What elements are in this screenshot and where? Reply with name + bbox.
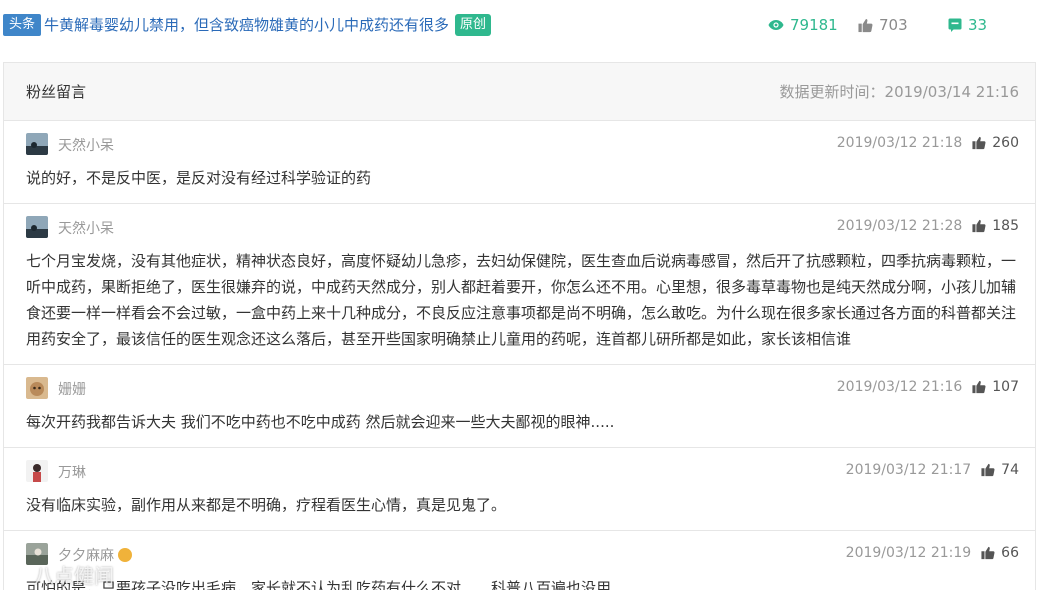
- comment-likes: 66: [1001, 545, 1019, 561]
- comment-time: 2019/03/12 21:28: [836, 218, 963, 234]
- article-title[interactable]: 牛黄解毒婴幼儿禁用，但含致癌物雄黄的小儿中成药还有很多 原创: [44, 14, 492, 36]
- comment-likes: 74: [1001, 462, 1019, 478]
- comment-likes: 185: [992, 218, 1019, 234]
- watermark: 八点健闻: [8, 560, 114, 589]
- comment-time: 2019/03/12 21:16: [836, 379, 963, 395]
- comment-item: 万琳 2019/03/12 21:17 74 没有临床实验，副作用从来都是不明确…: [4, 448, 1035, 531]
- comment-icon: [948, 18, 962, 32]
- comment-likes: 107: [992, 379, 1019, 395]
- comments-count: 33: [968, 16, 988, 34]
- thumbs-up-icon: [972, 136, 986, 150]
- thumbs-up-icon: [858, 18, 873, 32]
- data-updated-time: 数据更新时间：2019/03/14 21:16: [779, 83, 1019, 101]
- watermark-text: 八点健闻: [34, 564, 114, 588]
- thumbs-up-icon: [972, 380, 986, 394]
- comment-time: 2019/03/12 21:18: [836, 135, 963, 151]
- thumbs-up-icon: [972, 219, 986, 233]
- likes-stat: 703: [858, 14, 908, 36]
- likes-count: 703: [879, 16, 908, 34]
- eye-icon: [768, 20, 784, 30]
- commenter-name: 天然小呆: [58, 138, 114, 154]
- comment-time: 2019/03/12 21:19: [845, 545, 972, 561]
- thumbs-up-icon: [981, 546, 995, 560]
- comment-time: 2019/03/12 21:17: [845, 462, 972, 478]
- views-count: 79181: [790, 16, 838, 34]
- avatar: [26, 133, 48, 155]
- panel-header: 粉丝留言 数据更新时间：2019/03/14 21:16: [4, 63, 1035, 121]
- comment-text: 说的好，不是反中医，是反对没有经过科学验证的药: [26, 169, 372, 187]
- comment-item: 夕夕麻麻 2019/03/12 21:19 66 可怕的是，只要孩子没吃出毛病，…: [4, 531, 1035, 590]
- avatar: [26, 377, 48, 399]
- panel-title: 粉丝留言: [26, 83, 87, 101]
- avatar: [26, 216, 48, 238]
- commenter-name: 天然小呆: [58, 221, 114, 237]
- avatar: [26, 460, 48, 482]
- comment-text: 可怕的是，只要孩子没吃出毛病，家长就不认为乱吃药有什么不对……科普八百遍也没用: [26, 579, 612, 590]
- watermark-logo-icon: [8, 565, 26, 584]
- comment-item: 姗姗 2019/03/12 21:16 107 每次开药我都告诉大夫 我们不吃中…: [4, 365, 1035, 448]
- comment-likes: 260: [992, 135, 1019, 151]
- views-stat: 79181: [768, 14, 838, 36]
- original-tag: 原创: [455, 14, 492, 36]
- comment-text: 没有临床实验，副作用从来都是不明确，疗程看医生心情，真是见鬼了。: [26, 496, 507, 514]
- comment-item: 天然小呆 2019/03/12 21:18 260 说的好，不是反中医，是反对没…: [4, 121, 1035, 204]
- fan-comments-panel: 粉丝留言 数据更新时间：2019/03/14 21:16 天然小呆 2019/0…: [3, 62, 1036, 590]
- comment-item: 天然小呆 2019/03/12 21:28 185 七个月宝发烧，没有其他症状，…: [4, 204, 1035, 365]
- comments-stat: 33: [948, 14, 987, 36]
- article-header: 头条 牛黄解毒婴幼儿禁用，但含致癌物雄黄的小儿中成药还有很多 原创 79181 7…: [0, 0, 1037, 50]
- source-tag: 头条: [3, 14, 42, 36]
- comment-text: 每次开药我都告诉大夫 我们不吃中药也不吃中成药 然后就会迎来一些大夫鄙视的眼神.…: [26, 413, 615, 431]
- commenter-name: 万琳: [58, 465, 86, 481]
- comment-text: 七个月宝发烧，没有其他症状，精神状态良好，高度怀疑幼儿急疹，去妇幼保健院，医生查…: [26, 252, 1017, 348]
- emoji-icon: [118, 548, 133, 562]
- thumbs-up-icon: [981, 463, 995, 477]
- commenter-name: 姗姗: [58, 382, 86, 398]
- article-title-text[interactable]: 牛黄解毒婴幼儿禁用，但含致癌物雄黄的小儿中成药还有很多: [44, 16, 449, 34]
